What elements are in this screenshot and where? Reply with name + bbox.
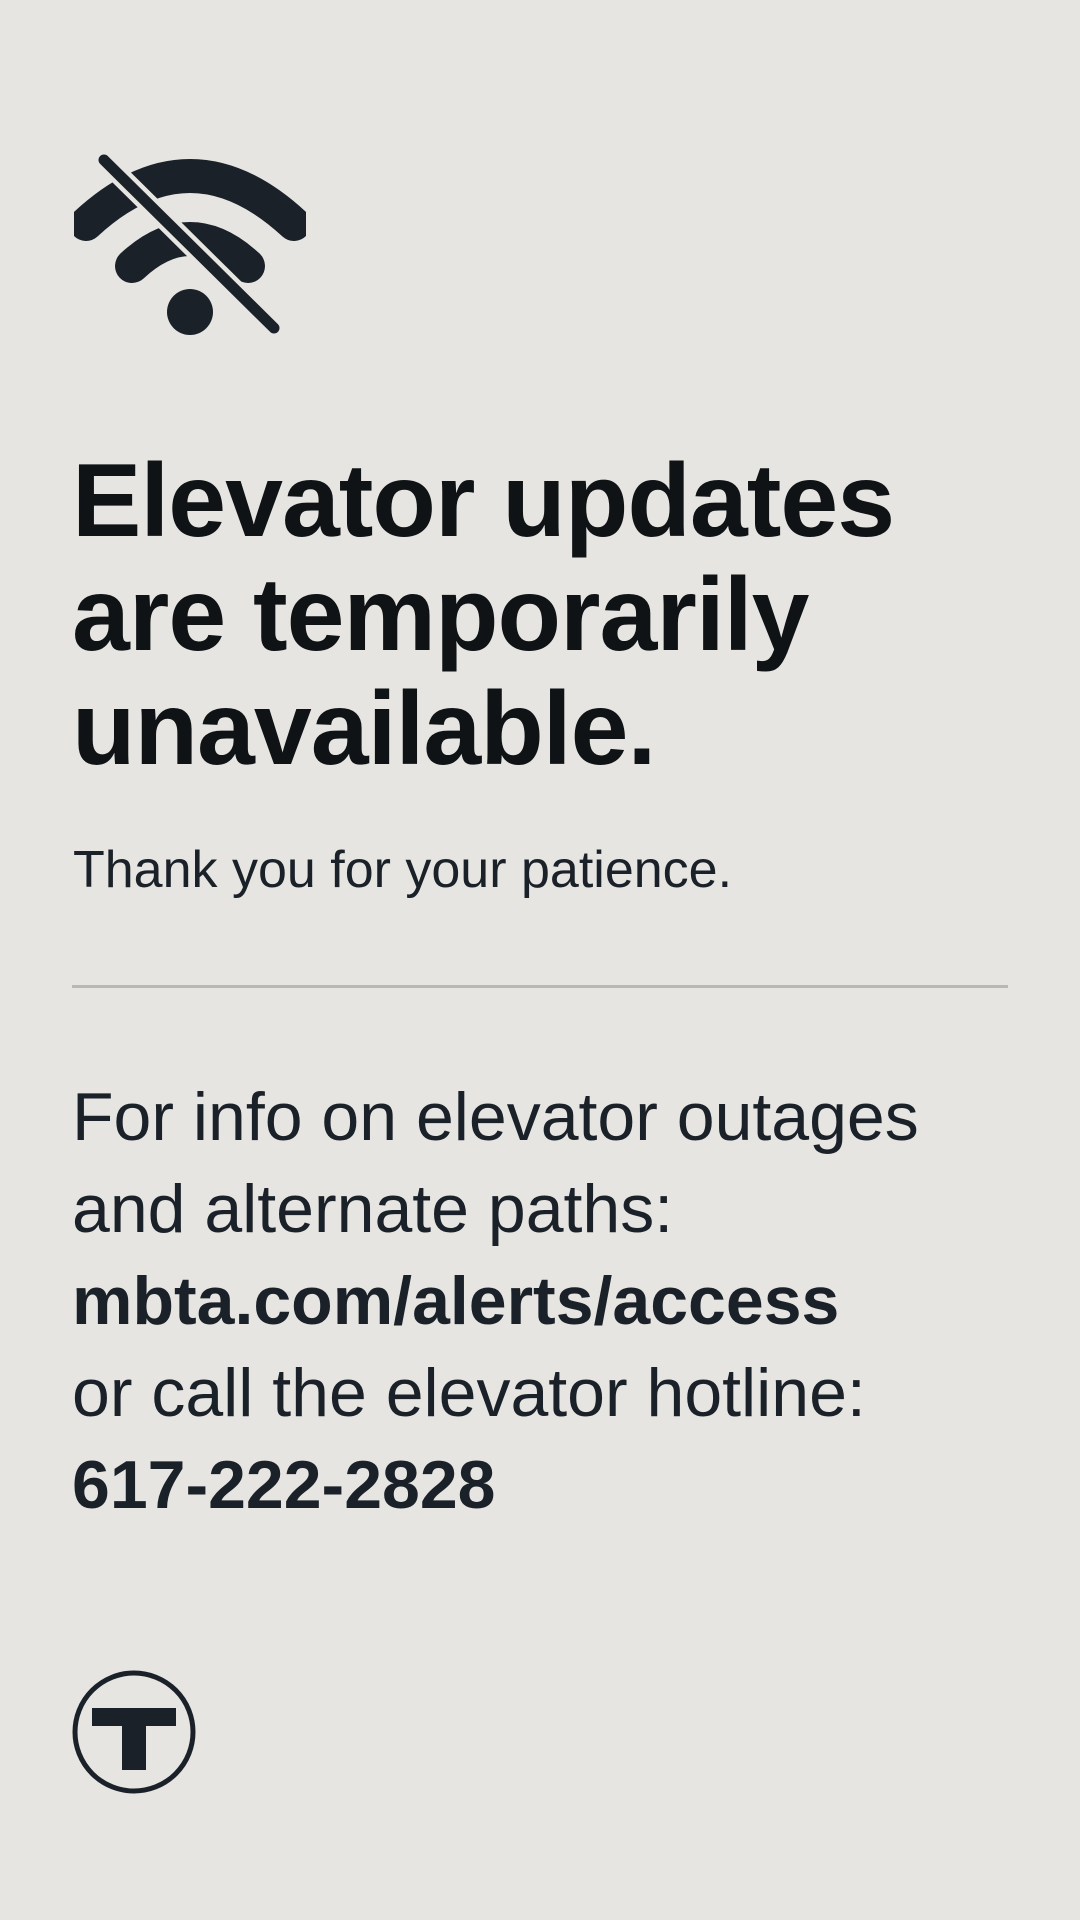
info-intro-line: For info on elevator outages <box>72 1079 919 1155</box>
page-title: Elevator updates are temporarily unavail… <box>72 443 895 787</box>
elevator-status-screen: Elevator updates are temporarily unavail… <box>0 0 1080 1920</box>
divider <box>72 985 1008 988</box>
hotline-prompt: or call the elevator hotline: <box>72 1355 866 1431</box>
info-intro-line: and alternate paths: <box>72 1171 674 1247</box>
info-block: For info on elevator outages and alterna… <box>72 1071 1052 1531</box>
alerts-url: mbta.com/alerts/access <box>72 1263 840 1339</box>
mbta-t-logo-icon <box>72 1670 196 1794</box>
patience-message: Thank you for your patience. <box>73 841 733 899</box>
wifi-off-icon <box>74 152 306 338</box>
hotline-phone-number: 617-222-2828 <box>72 1447 496 1523</box>
